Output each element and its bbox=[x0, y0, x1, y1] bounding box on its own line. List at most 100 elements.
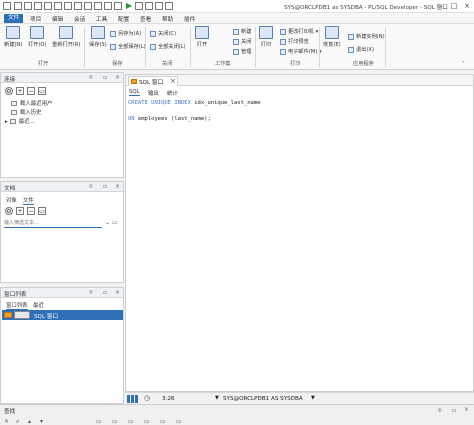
recover-button[interactable]: 恢复(E) bbox=[323, 26, 341, 48]
menu-view[interactable]: 查看 bbox=[140, 15, 151, 23]
find-option-icon[interactable]: ▭ bbox=[176, 418, 182, 425]
new-instance-button[interactable]: 新建实例(N) bbox=[348, 33, 385, 40]
reopen-button[interactable]: 重新打开(R) bbox=[52, 26, 80, 48]
save-as-button[interactable]: 另存为(A) bbox=[110, 30, 141, 37]
workspace-new-button[interactable]: 新建 bbox=[233, 28, 251, 35]
panel-options-icon[interactable]: ⌾ bbox=[89, 289, 93, 297]
panel-pin-icon[interactable]: ▫ bbox=[103, 74, 107, 81]
open-icon[interactable] bbox=[34, 2, 42, 10]
minimize-button[interactable]: – bbox=[436, 2, 446, 11]
find-option-icon[interactable]: ▭ bbox=[160, 418, 166, 425]
undo-icon[interactable] bbox=[74, 2, 82, 10]
menu-tools[interactable]: 工具 bbox=[96, 15, 107, 23]
cut-icon[interactable] bbox=[114, 2, 122, 10]
new-doc-icon[interactable] bbox=[14, 2, 22, 10]
panel-pin-icon[interactable]: ▫ bbox=[103, 183, 107, 190]
window-list-item-selected[interactable]: SQL 窗口 bbox=[2, 310, 123, 320]
panel-close-icon[interactable]: × bbox=[115, 183, 120, 190]
add-icon[interactable]: + bbox=[16, 207, 24, 215]
filter-input[interactable] bbox=[4, 219, 102, 228]
email-button[interactable]: 电子邮件(M) ▾ bbox=[280, 48, 322, 55]
panel-options-icon[interactable]: ⌾ bbox=[89, 74, 93, 82]
filter-clear-icon[interactable]: ▭ bbox=[112, 219, 118, 226]
close-tab-icon[interactable]: × bbox=[170, 77, 176, 85]
panel-options-icon[interactable]: ⌾ bbox=[89, 183, 93, 191]
find-option-icon[interactable]: ▭ bbox=[112, 418, 118, 425]
menu-config[interactable]: 配置 bbox=[118, 15, 129, 23]
panel-pin-icon[interactable]: ▫ bbox=[103, 289, 107, 296]
find-next-icon[interactable]: ▾ bbox=[40, 418, 43, 425]
tab-window-list[interactable]: 窗口列表 bbox=[6, 301, 28, 310]
panel-close-icon[interactable]: × bbox=[115, 289, 120, 296]
tab-sql[interactable]: SQL bbox=[129, 89, 140, 96]
collapse-ribbon-icon[interactable]: ˄ bbox=[462, 61, 465, 68]
panel-pin-icon[interactable]: ▫ bbox=[452, 407, 456, 414]
menu-edit[interactable]: 编辑 bbox=[52, 15, 63, 23]
panel-close-icon[interactable]: × bbox=[115, 74, 120, 81]
tab-output[interactable]: 输出 bbox=[148, 89, 159, 97]
change-printer-button[interactable]: 更改打印机 ▾ bbox=[280, 28, 318, 35]
new-window-icon[interactable] bbox=[24, 2, 32, 10]
find-prev-icon[interactable]: ▴ bbox=[28, 418, 31, 425]
find-option-icon[interactable]: ▭ bbox=[128, 418, 134, 425]
print-button[interactable]: 打印 bbox=[259, 26, 273, 48]
find-search-icon[interactable]: ⌕ bbox=[16, 418, 19, 425]
sql-code-area[interactable]: CREATE UNIQUE INDEX idx_unique_last_name… bbox=[126, 97, 473, 391]
panel-options-icon[interactable]: ⌾ bbox=[438, 407, 442, 415]
expand-arrow-icon[interactable]: ▸ bbox=[5, 119, 8, 125]
menu-file[interactable]: 文件 bbox=[4, 14, 24, 23]
tree-item-recent[interactable]: ▸ 最近... bbox=[5, 117, 35, 125]
find-option-icon[interactable]: ▭ bbox=[96, 418, 102, 425]
session-dropdown-icon[interactable]: ▼ bbox=[311, 395, 315, 401]
ribbon-divider bbox=[84, 27, 85, 67]
exit-button[interactable]: 退出(X) bbox=[348, 46, 374, 53]
print-preview-button[interactable]: 打印预览 bbox=[280, 38, 309, 45]
tab-files[interactable]: 文件 bbox=[23, 196, 34, 205]
settings-icon[interactable]: ⚙ bbox=[5, 87, 13, 95]
tree-item-history[interactable]: 载入历史 bbox=[11, 108, 42, 116]
tree-item-recent-users[interactable]: 载入最近用户 bbox=[11, 99, 52, 107]
menu-plugins[interactable]: 插件 bbox=[184, 15, 195, 23]
add-folder-icon[interactable]: ▭ bbox=[38, 87, 46, 95]
redo-icon[interactable] bbox=[84, 2, 92, 10]
add-icon[interactable]: + bbox=[16, 87, 24, 95]
replace-icon[interactable] bbox=[104, 2, 112, 10]
new-button[interactable]: 新建(N) bbox=[4, 26, 22, 48]
menu-project[interactable]: 项目 bbox=[30, 15, 41, 23]
find-option-icon[interactable]: ▭ bbox=[144, 418, 150, 425]
tab-objects[interactable]: 对象 bbox=[6, 196, 17, 204]
print-icon[interactable] bbox=[64, 2, 72, 10]
panel-close-icon[interactable]: × bbox=[464, 406, 469, 413]
close-all-button[interactable]: 全部关闭(L) bbox=[150, 43, 186, 50]
settings-icon[interactable]: ⚙ bbox=[5, 207, 13, 215]
workspace-open-button[interactable]: 打开 bbox=[195, 26, 209, 48]
close-button[interactable]: 关闭(C) bbox=[150, 30, 176, 37]
break-icon[interactable] bbox=[135, 2, 143, 10]
close-window-button[interactable]: × bbox=[462, 2, 472, 11]
maximize-button[interactable]: □ bbox=[449, 2, 459, 11]
document-tab[interactable]: SQL 窗口 × bbox=[128, 76, 178, 86]
connection-dropdown-icon[interactable]: ▼ bbox=[215, 395, 219, 401]
commit-icon[interactable] bbox=[145, 2, 153, 10]
menu-help[interactable]: 帮助 bbox=[162, 15, 173, 23]
tab-recent[interactable]: 最近 bbox=[33, 301, 44, 309]
save-icon[interactable] bbox=[44, 2, 52, 10]
remove-icon[interactable]: − bbox=[27, 87, 35, 95]
find-close-icon[interactable]: × bbox=[4, 418, 9, 425]
tab-statistics[interactable]: 统计 bbox=[167, 89, 178, 97]
save-all-button[interactable]: 全部保存(L) bbox=[110, 43, 146, 50]
connection-label[interactable]: SYS@ORCLPDB1 AS SYSDBA bbox=[223, 396, 303, 402]
find-icon[interactable] bbox=[94, 2, 102, 10]
workspace-close-button[interactable]: 关闭 bbox=[233, 38, 251, 45]
save-all-icon[interactable] bbox=[54, 2, 62, 10]
execute-icon[interactable]: ▶ bbox=[126, 1, 132, 10]
rollback-icon[interactable] bbox=[155, 2, 163, 10]
remove-icon[interactable]: − bbox=[27, 207, 35, 215]
menu-session[interactable]: 会话 bbox=[74, 15, 85, 23]
filter-dropdown-icon[interactable]: ⌄ bbox=[105, 219, 110, 226]
explain-icon[interactable] bbox=[165, 2, 173, 10]
workspace-manage-button[interactable]: 管理 bbox=[233, 48, 251, 55]
save-button[interactable]: 保存(S) bbox=[89, 26, 107, 48]
open-button[interactable]: 打开(O) bbox=[28, 26, 47, 48]
add-folder-icon[interactable]: ▭ bbox=[38, 207, 46, 215]
